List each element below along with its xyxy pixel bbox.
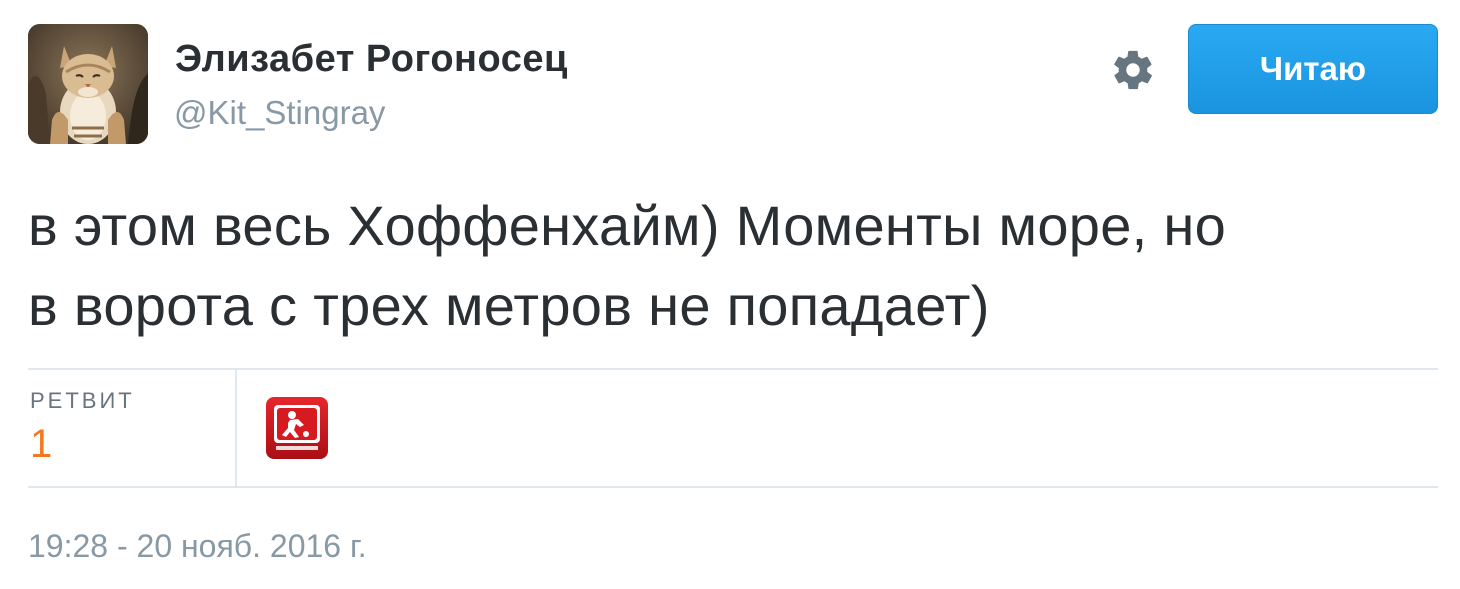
stats-top-divider xyxy=(28,368,1438,370)
follow-button[interactable]: Читаю xyxy=(1188,24,1438,114)
bundesliga-logo-icon xyxy=(266,397,328,459)
retweets-count[interactable]: 1 xyxy=(30,422,52,467)
retweeter-avatar[interactable] xyxy=(266,397,328,459)
tweet-line-1: в этом весь Хоффенхайм) Моменты море, но xyxy=(28,194,1227,257)
tweet-timestamp[interactable]: 19:28 - 20 нояб. 2016 г. xyxy=(28,528,367,565)
retweets-label: РЕТВИТ xyxy=(30,388,135,413)
stats-separator xyxy=(235,370,237,486)
tweet-line-2: в ворота с трех метров не попадает) xyxy=(28,274,990,337)
user-avatar[interactable] xyxy=(28,24,148,144)
stats-bottom-divider xyxy=(28,486,1438,488)
cat-avatar-icon xyxy=(28,24,148,144)
tweet-text: в этом весь Хоффенхайм) Моменты море, но… xyxy=(28,186,1448,346)
gear-icon[interactable] xyxy=(1110,47,1156,93)
user-display-name[interactable]: Элизабет Рогоносец xyxy=(175,38,568,81)
user-handle[interactable]: @Kit_Stingray xyxy=(174,94,385,132)
